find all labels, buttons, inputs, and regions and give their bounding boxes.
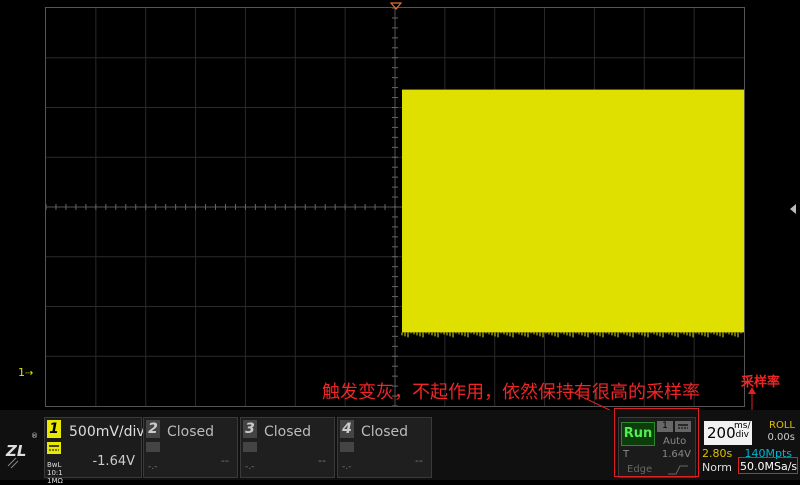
ch1-ground-marker[interactable]: 1⇢ <box>18 366 33 379</box>
horizontal-position: 2.80s <box>702 447 733 460</box>
graticule <box>46 8 744 406</box>
horizontal-delay: 0.00s <box>767 432 795 443</box>
trigger-position-marker[interactable] <box>390 2 402 10</box>
channel-4-panel[interactable]: 4 Closed -.- -- <box>337 417 432 478</box>
channel-1-offset: -1.64V <box>92 454 135 469</box>
channel-4-status: Closed <box>360 424 409 440</box>
channel-3-coupling-icon <box>243 442 257 452</box>
trigger-highlight-box <box>614 408 699 477</box>
channel-3-offset-empty: -- <box>318 454 326 467</box>
impedance-label: 1MΩ <box>47 477 63 485</box>
channel-4-coupling-icon <box>340 442 354 452</box>
channel-2-status: Closed <box>166 424 215 440</box>
acquisition-mode: Norm <box>702 461 733 474</box>
channel-2-scale-empty: -.- <box>148 462 158 472</box>
dc-coupling-icon <box>47 442 61 454</box>
channel-2-coupling-icon <box>146 442 160 452</box>
zlg-logo-icon: ZL ® <box>5 432 38 469</box>
channel-3-panel[interactable]: 3 Closed -.- -- <box>240 417 335 478</box>
sample-rate-highlight-box <box>738 457 798 474</box>
channel-1-number: 1 <box>47 420 61 438</box>
channel-3-status: Closed <box>263 424 312 440</box>
roll-mode-label: ROLL <box>769 420 795 431</box>
svg-text:ZL: ZL <box>5 442 26 460</box>
channel-1-panel[interactable]: 1 BwL 10:1 1MΩ 500mV/div -1.64V <box>44 417 145 485</box>
timebase-unit: ms/div <box>734 421 751 440</box>
channel-2-offset-empty: -- <box>221 454 229 467</box>
probe-ratio-label: 10:1 <box>47 469 63 477</box>
channel-4-offset-empty: -- <box>415 454 423 467</box>
svg-text:®: ® <box>31 432 38 440</box>
waveform-display[interactable] <box>45 7 745 407</box>
channel-3-scale-empty: -.- <box>245 462 255 472</box>
trigger-level-arrow[interactable] <box>789 203 797 215</box>
ch1-waveform <box>402 89 744 333</box>
annotation-text: 触发变灰，不起作用，依然保持有很高的采样率 <box>322 382 700 403</box>
channel-1-scale: 500mV/div <box>69 424 145 440</box>
channel-2-panel[interactable]: 2 Closed -.- -- <box>143 417 238 478</box>
ch1-waveform-noise <box>401 332 742 338</box>
channel-4-scale-empty: -.- <box>342 462 352 472</box>
bandwidth-limit-label: BwL <box>47 461 62 469</box>
